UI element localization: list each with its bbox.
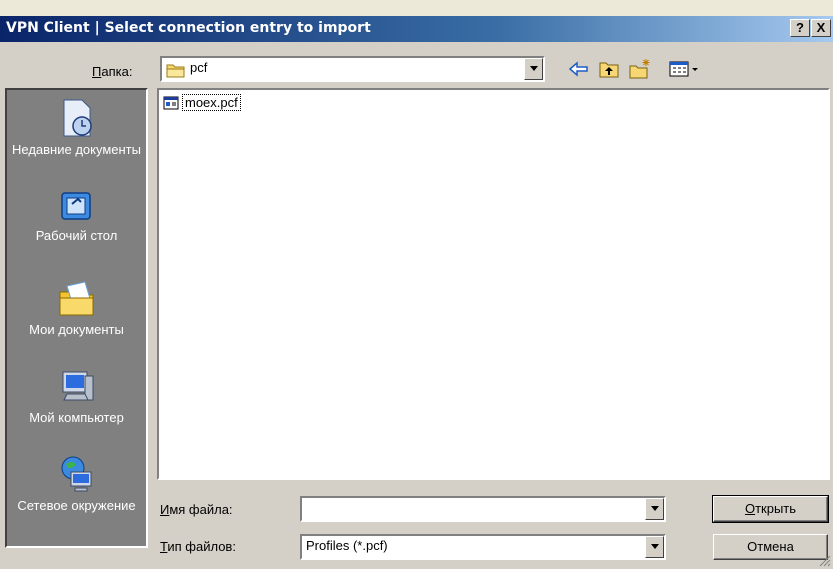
file-type-value: Profiles (*.pcf) (306, 538, 388, 553)
place-my-documents[interactable]: Мои документы (7, 278, 146, 337)
file-type-label: Тип файлов: (160, 539, 236, 554)
look-in-label-text: апка: (101, 64, 133, 79)
look-in-label: Папка: (92, 64, 132, 79)
file-name-accel: И (160, 502, 170, 517)
places-bar: Недавние документы Рабочий стол Мои доку… (5, 88, 148, 548)
my-documents-icon (59, 281, 93, 316)
resize-grip-icon[interactable] (819, 555, 831, 567)
file-list[interactable]: moex.pcf (157, 88, 830, 480)
place-recent-documents[interactable]: Недавние документы (7, 98, 146, 157)
file-item[interactable]: moex.pcf (163, 94, 241, 111)
open-label: ткрыть (755, 501, 797, 516)
file-type-combo[interactable]: Profiles (*.pcf) (300, 534, 666, 560)
file-name-dropdown-button[interactable] (645, 498, 664, 520)
file-name-input[interactable] (300, 496, 666, 522)
network-places-icon (61, 456, 91, 492)
cancel-button[interactable]: Отмена (713, 534, 828, 560)
my-computer-icon (62, 371, 93, 401)
file-name-label: Имя файла: (160, 502, 233, 517)
desktop-icon (60, 192, 91, 220)
place-label: Мои документы (29, 322, 124, 337)
open-accel: О (744, 501, 756, 516)
place-label: Рабочий стол (35, 228, 118, 243)
place-network-places[interactable]: Сетевое окружение (7, 454, 146, 513)
look-in-dropdown-button[interactable] (524, 58, 543, 80)
place-my-computer[interactable]: Мой компьютер (7, 368, 146, 425)
look-in-value: pcf (190, 60, 208, 75)
place-desktop[interactable]: Рабочий стол (7, 190, 146, 243)
recent-documents-icon (63, 99, 92, 137)
pcf-file-icon (163, 96, 179, 109)
help-button[interactable]: ? (790, 19, 810, 37)
file-name-label-text: мя файла: (169, 502, 233, 517)
back-arrow-icon[interactable] (567, 58, 591, 80)
open-button[interactable]: Открыть (712, 495, 829, 523)
close-button[interactable]: X (811, 19, 831, 37)
place-label: Мой компьютер (29, 410, 124, 425)
up-folder-icon[interactable] (597, 58, 621, 80)
folder-icon (166, 64, 185, 78)
file-type-label-text: ип файлов: (167, 539, 236, 554)
window-title: VPN Client | Select connection entry to … (6, 20, 371, 36)
look-in-combo[interactable]: pcf (160, 56, 545, 82)
file-type-dropdown-button[interactable] (645, 536, 664, 558)
look-in-accel: П (92, 64, 102, 79)
file-open-dialog: VPN Client | Select connection entry to … (0, 0, 833, 569)
new-folder-icon[interactable] (628, 58, 652, 80)
place-label: Сетевое окружение (17, 498, 136, 513)
file-name: moex.pcf (182, 94, 241, 111)
view-menu-icon[interactable] (668, 58, 700, 80)
title-bar[interactable]: VPN Client | Select connection entry to … (0, 16, 833, 42)
top-strip (0, 0, 833, 16)
place-label: Недавние документы (12, 142, 141, 157)
